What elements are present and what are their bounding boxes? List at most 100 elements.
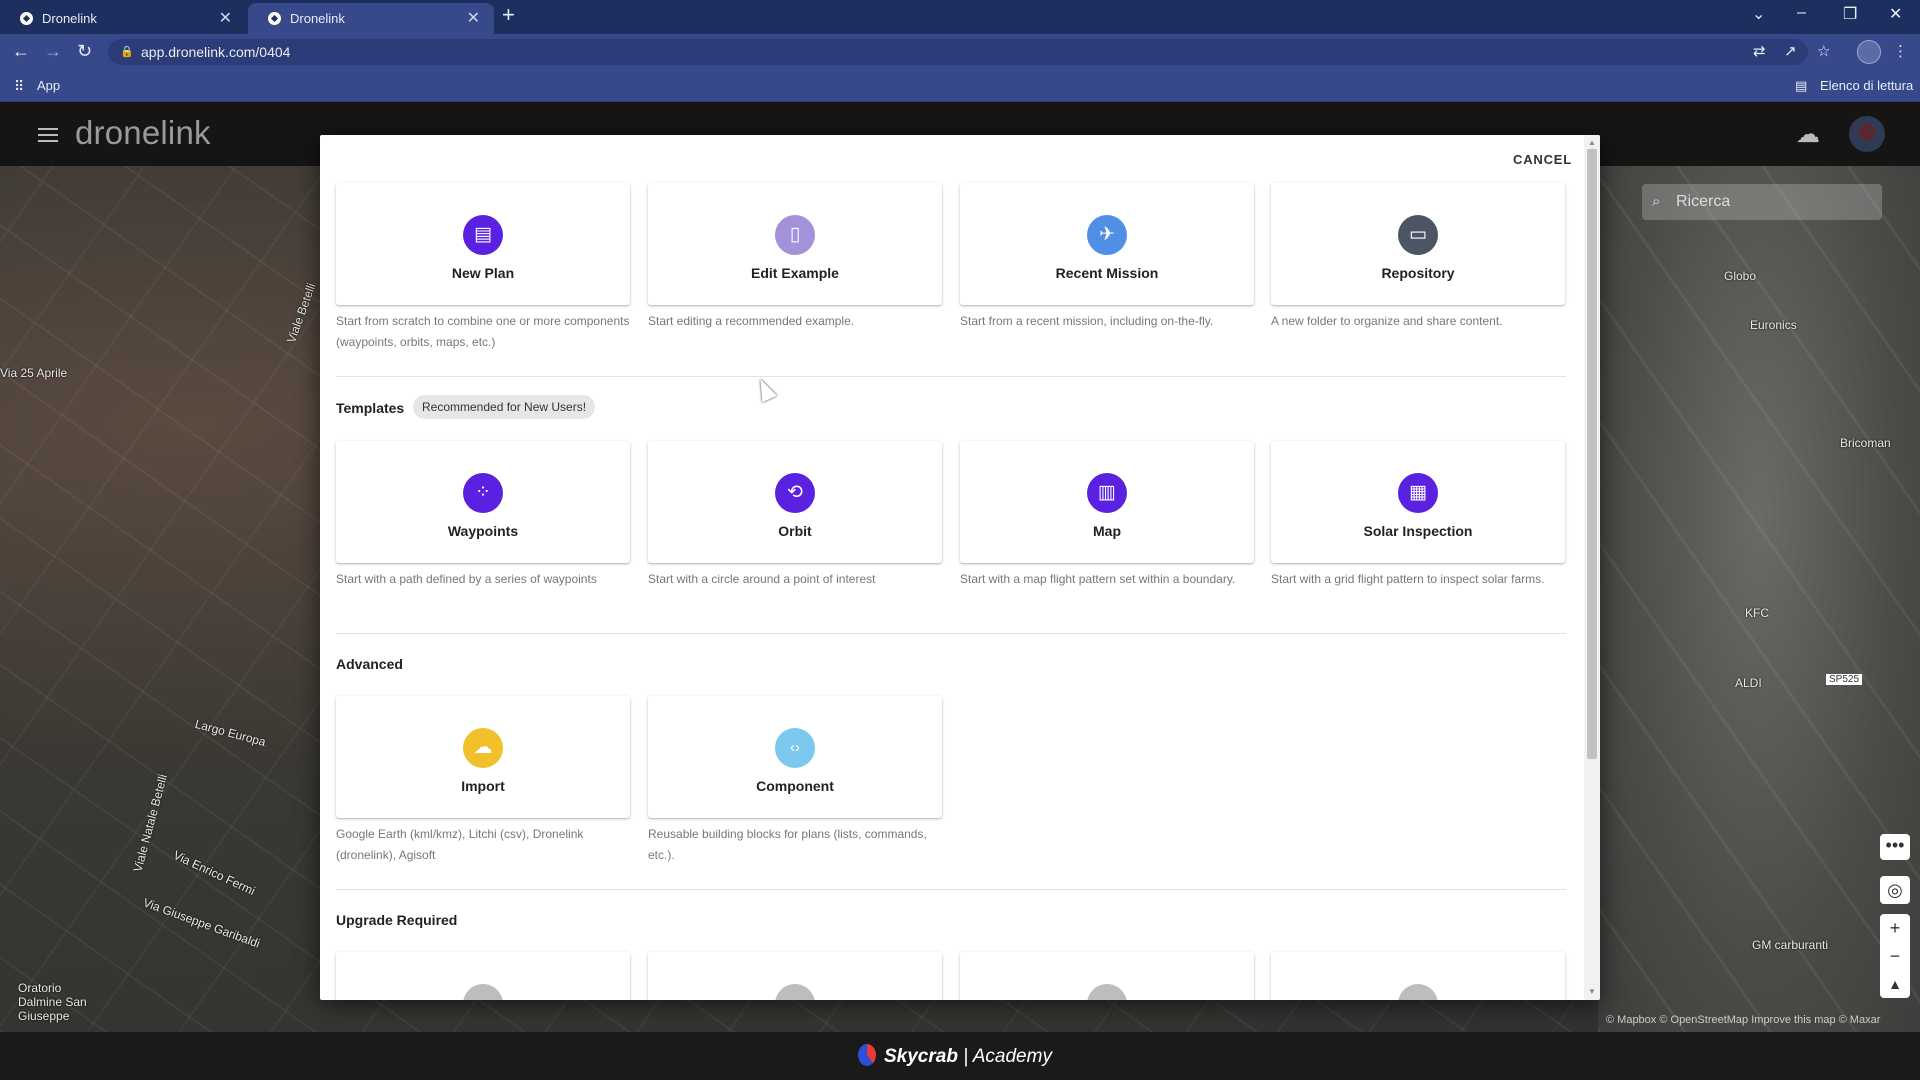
card-description: Start with a grid flight pattern to insp… (1271, 572, 1545, 586)
reload-icon[interactable]: ↻ (77, 41, 92, 62)
close-tab-icon[interactable]: ✕ (219, 3, 232, 34)
component-card[interactable]: ‹› Component (648, 696, 942, 818)
upgrade-card-1[interactable] (336, 952, 630, 1000)
map-label-bricoman: Bricoman (1840, 436, 1891, 450)
forward-icon[interactable]: → (44, 41, 62, 62)
locate-icon[interactable]: ◎ (1880, 876, 1910, 904)
airplane-icon: ✈ (1087, 215, 1127, 255)
card-title: Component (756, 778, 834, 794)
search-placeholder: Ricerca (1676, 193, 1731, 210)
bookmarks-bar: ⠿ App ▤ Elenco di lettura (0, 70, 1920, 102)
map-label-euronics: Euronics (1750, 318, 1797, 332)
map-label-largo-europa: Largo Europa (193, 716, 268, 750)
minimize-icon[interactable]: – (1797, 4, 1806, 22)
card-title: Map (1093, 523, 1121, 539)
orbit-card[interactable]: ⟲ Orbit (648, 441, 942, 563)
compass-icon[interactable]: ▲ (1880, 970, 1910, 998)
skycrab-mark-icon (858, 1044, 876, 1066)
cloud-upload-icon[interactable]: ☁ (1796, 120, 1820, 149)
lock-icon: 🔒 (120, 46, 134, 58)
browser-tab-2[interactable]: Dronelink ✕ (248, 3, 494, 34)
map-attribution[interactable]: © Mapbox © OpenStreetMap Improve this ma… (1606, 1014, 1880, 1026)
zoom-out-icon[interactable]: − (1880, 942, 1910, 970)
browser-toolbar: ← → ↻ 🔒 app.dronelink.com/0404 ⇄ ↗ ☆ ⋮ (0, 34, 1920, 70)
cancel-button[interactable]: CANCEL (1513, 152, 1572, 167)
scroll-down-icon[interactable]: ▼ (1588, 987, 1596, 996)
scrollbar-thumb[interactable] (1587, 149, 1597, 759)
scroll-up-icon[interactable]: ▲ (1588, 138, 1596, 147)
new-tab-icon[interactable]: + (502, 2, 515, 28)
reading-list-icon[interactable]: ▤ (1795, 70, 1807, 102)
document-icon: ▯ (775, 215, 815, 255)
recent-mission-card[interactable]: ✈ Recent Mission (960, 183, 1254, 305)
map-label-aldi: ALDI (1735, 676, 1762, 690)
map-more-icon[interactable]: ••• (1880, 834, 1910, 860)
browser-tab-1[interactable]: Dronelink ✕ (0, 3, 246, 34)
avatar[interactable] (1849, 116, 1885, 152)
zoom-in-icon[interactable]: + (1880, 914, 1910, 942)
upgrade-card-4[interactable] (1271, 952, 1565, 1000)
translate-icon[interactable]: ⇄ (1753, 42, 1766, 60)
folder-open-icon: ▭ (1398, 215, 1438, 255)
apps-grid-icon[interactable]: ⠿ (14, 70, 24, 102)
back-icon[interactable]: ← (12, 41, 30, 62)
tab-search-icon[interactable]: ⌄ (1752, 4, 1765, 24)
close-window-icon[interactable]: ✕ (1889, 4, 1902, 24)
locked-feature-icon (775, 984, 815, 1000)
share-icon[interactable]: ↗ (1784, 42, 1797, 60)
advanced-heading: Advanced (336, 656, 403, 672)
close-tab-icon[interactable]: ✕ (467, 3, 480, 34)
map-label-globo: Globo (1724, 269, 1757, 283)
footer-brand: Skycrab (884, 1046, 958, 1067)
new-content-dialog: CANCEL ▤ New Plan Start from scratch to … (320, 135, 1600, 1000)
zoom-controls: + − ▲ (1880, 914, 1910, 998)
map-label-via-enrico-fermi: Via Enrico Fermi (171, 847, 258, 899)
card-description: Start from a recent mission, including o… (960, 314, 1214, 328)
map-search-input[interactable]: ⌕ Ricerca (1642, 184, 1882, 220)
dronelink-favicon-icon (268, 12, 281, 25)
restore-icon[interactable]: ❐ (1843, 4, 1857, 24)
card-description: Start with a path defined by a series of… (336, 572, 597, 586)
card-description: Start from scratch to combine one or mor… (336, 314, 630, 349)
video-footer: Skycrab | Academy (0, 1032, 1920, 1080)
menu-kebab-icon[interactable]: ⋮ (1893, 42, 1908, 60)
upgrade-heading: Upgrade Required (336, 912, 458, 928)
brand-logo: dronelink (75, 114, 211, 151)
edit-example-card[interactable]: ▯ Edit Example (648, 183, 942, 305)
upgrade-card-2[interactable] (648, 952, 942, 1000)
map-card[interactable]: ▥ Map (960, 441, 1254, 563)
map-label-viale-betelli: Viale Betelli (283, 281, 319, 345)
import-card[interactable]: ☁ Import (336, 696, 630, 818)
map-label-sp525: SP525 (1826, 674, 1863, 685)
bookmark-apps[interactable]: App (37, 70, 60, 102)
address-bar[interactable]: 🔒 app.dronelink.com/0404 (108, 39, 1808, 65)
card-title: Recent Mission (1055, 265, 1159, 281)
upgrade-card-3[interactable] (960, 952, 1254, 1000)
card-description: Start editing a recommended example. (648, 314, 855, 328)
new-plan-card[interactable]: ▤ New Plan (336, 183, 630, 305)
profile-icon[interactable] (1857, 40, 1881, 64)
map-label-kfc: KFC (1745, 606, 1769, 620)
star-icon[interactable]: ☆ (1817, 42, 1830, 60)
waypoints-icon: ⁘ (463, 473, 503, 513)
repository-card[interactable]: ▭ Repository (1271, 183, 1565, 305)
orbit-icon: ⟲ (775, 473, 815, 513)
card-description: Google Earth (kml/kmz), Litchi (csv), Dr… (336, 827, 584, 862)
card-description: A new folder to organize and share conte… (1271, 314, 1503, 328)
url-text: app.dronelink.com/0404 (141, 44, 291, 60)
card-title: Solar Inspection (1363, 523, 1473, 539)
dialog-scrollbar[interactable]: ▲ ▼ (1584, 135, 1600, 1000)
hamburger-menu-icon[interactable] (38, 128, 58, 142)
templates-heading: Templates (336, 400, 405, 416)
card-title: Import (461, 778, 505, 794)
cloud-upload-icon: ☁ (463, 728, 503, 768)
dronelink-favicon-icon (20, 12, 33, 25)
map-label-viale-natale-betelli: Viale Natale Betelli (130, 772, 171, 874)
map-label-gm-carburanti: GM carburanti (1752, 938, 1829, 952)
reading-list-link[interactable]: Elenco di lettura (1820, 70, 1913, 102)
recommended-chip: Recommended for New Users! (413, 395, 596, 419)
waypoints-card[interactable]: ⁘ Waypoints (336, 441, 630, 563)
map-label-via-25-aprile: Via 25 Aprile (0, 366, 68, 380)
solar-inspection-card[interactable]: ▦ Solar Inspection (1271, 441, 1565, 563)
card-description: Start with a map flight pattern set with… (960, 572, 1236, 586)
